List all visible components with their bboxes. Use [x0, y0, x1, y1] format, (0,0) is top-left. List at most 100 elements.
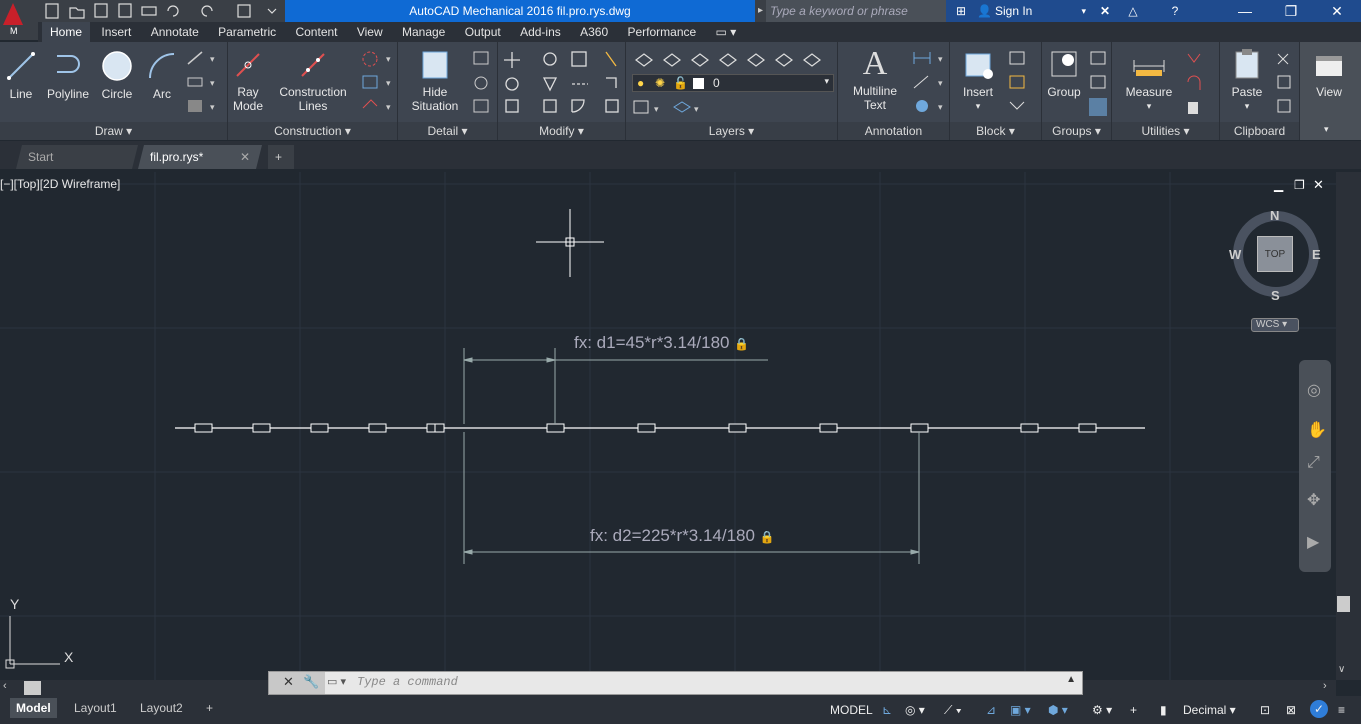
tab-home[interactable]: Home [42, 22, 91, 42]
measure-button[interactable]: Measure ▾ [1120, 52, 1178, 113]
compass-east[interactable]: E [1312, 247, 1321, 262]
hide-situation-button[interactable]: Hide Situation [402, 50, 468, 113]
binoculars-icon[interactable]: ⊞ [946, 0, 976, 22]
model-space-toggle[interactable]: MODEL [830, 700, 873, 720]
properties-icon[interactable]: ▮ [1160, 700, 1167, 720]
draw-panel-title[interactable]: Draw ▾ [0, 122, 227, 140]
viewport-controls-label[interactable]: [−][Top][2D Wireframe] [0, 177, 120, 191]
line-button[interactable]: Line [4, 50, 38, 101]
isolate-icon[interactable]: ⬢ ▾ [1048, 700, 1068, 720]
utilities-small-tools[interactable] [1184, 50, 1216, 116]
tab-add-ins[interactable]: Add-ins [512, 22, 569, 42]
polyline-button[interactable]: Polyline [44, 50, 92, 101]
dimension-d1-label[interactable]: fx: d1=45*r*3.14/180 🔒 [574, 333, 749, 353]
modify-tools[interactable] [502, 48, 622, 118]
command-history-icon[interactable]: ▲ [1066, 674, 1076, 685]
compass-north[interactable]: N [1270, 208, 1279, 223]
chevron-down-icon[interactable]: ▾ [1324, 124, 1329, 135]
units-dropdown[interactable]: Decimal ▾ [1183, 700, 1236, 720]
grid-icon[interactable]: ⊾ [882, 700, 892, 720]
new-tab-button[interactable]: + [268, 145, 294, 169]
groups-small-tools[interactable] [1088, 50, 1110, 116]
help-icon[interactable]: ? [1160, 0, 1190, 22]
zoom-extents-icon[interactable]: ⤢ [1307, 454, 1320, 472]
utilities-panel-title[interactable]: Utilities ▾ [1112, 122, 1219, 140]
compass-south[interactable]: S [1271, 288, 1280, 303]
layer-tools-bottom[interactable]: ▾ ▾ [632, 98, 712, 116]
add-layout-button[interactable]: + [200, 698, 219, 718]
tab-layout2[interactable]: Layout2 [134, 698, 189, 718]
workspace-icon[interactable]: ▣ ▾ [1010, 700, 1031, 720]
hardware-acceleration-icon[interactable]: ✓ [1310, 700, 1328, 718]
construction-small-tools[interactable]: ▾ ▾ ▾ [360, 50, 396, 116]
layer-tools-row[interactable] [632, 48, 832, 68]
search-expand-icon[interactable]: ▸ [755, 0, 766, 22]
draw-small-tools[interactable]: ▾ ▾ ▾ [186, 50, 222, 116]
minimize-icon[interactable]: — [1222, 0, 1268, 22]
block-small-tools[interactable] [1006, 50, 1036, 116]
multiline-text-button[interactable]: A Multiline Text [844, 46, 906, 113]
close-icon[interactable]: ✕ [1314, 0, 1360, 22]
tab-annotate[interactable]: Annotate [143, 22, 207, 42]
scroll-left-icon[interactable]: ‹ [3, 680, 7, 692]
view-button[interactable]: View [1306, 52, 1352, 99]
horizontal-scroll-thumb[interactable] [24, 681, 41, 695]
annotation-scale-icon[interactable]: ⊿ [986, 700, 996, 720]
plus-icon[interactable]: + [1130, 700, 1137, 720]
detail-panel-title[interactable]: Detail ▾ [398, 122, 497, 140]
pan-hand-icon[interactable]: ✋ [1307, 420, 1327, 440]
viewport-restore-icon[interactable]: ❐ [1294, 178, 1305, 192]
viewcube[interactable]: TOP N S E W [1226, 206, 1326, 306]
tab-layout1[interactable]: Layout1 [68, 698, 123, 718]
drawing-viewport[interactable]: [−][Top][2D Wireframe] fx: d1=45*r*3.14/… [0, 172, 1336, 680]
tab-a360[interactable]: A360 [572, 22, 616, 42]
showmotion-icon[interactable]: ▶ [1307, 532, 1319, 552]
tab-output[interactable]: Output [457, 22, 509, 42]
circle-button[interactable]: Circle [98, 50, 136, 101]
settings-gear-icon[interactable]: ⚙ ▾ [1092, 700, 1112, 720]
groups-panel-title[interactable]: Groups ▾ [1042, 122, 1111, 140]
tab-start[interactable]: Start [16, 145, 138, 169]
customization-menu-icon[interactable]: ≡ [1338, 700, 1345, 720]
command-input[interactable]: Type a command [357, 675, 458, 689]
close-icon[interactable]: ✕ [283, 674, 294, 690]
quick-properties-icon[interactable]: ⊡ [1260, 700, 1270, 720]
tab-model[interactable]: Model [10, 698, 57, 718]
clean-screen-icon[interactable]: ⊠ [1286, 700, 1296, 720]
osnap-icon[interactable]: ⟋ ▾ [944, 700, 962, 720]
group-button[interactable]: Group [1044, 48, 1084, 99]
insert-button[interactable]: Insert ▾ [958, 50, 998, 113]
polar-tracking-icon[interactable]: ◎ ▾ [905, 700, 925, 720]
viewport-close-icon[interactable]: ✕ [1313, 177, 1324, 193]
tab-view[interactable]: View [349, 22, 391, 42]
exchange-icon[interactable]: ✕ [1093, 0, 1117, 22]
dimension-d2-label[interactable]: fx: d2=225*r*3.14/180 🔒 [590, 526, 775, 546]
ribbon-options-icon[interactable]: ▭ ▾ [708, 22, 745, 42]
vertical-scrollbar[interactable]: ∨ [1336, 172, 1361, 680]
command-prompt-icon[interactable]: ▭ ▾ [327, 675, 346, 688]
restore-icon[interactable]: ❐ [1268, 0, 1314, 22]
tab-content[interactable]: Content [287, 22, 345, 42]
block-panel-title[interactable]: Block ▾ [950, 122, 1041, 140]
autodesk-app-icon[interactable]: △ [1120, 0, 1146, 22]
orbit-icon[interactable]: ✥ [1307, 490, 1320, 510]
annotation-small-tools[interactable]: ▾ ▾ ▾ [910, 48, 948, 118]
sign-in-button[interactable]: 👤 Sign In ▾ [975, 0, 1090, 22]
paste-button[interactable]: Paste ▾ [1226, 48, 1268, 113]
wcs-menu[interactable]: WCS ▾ [1251, 318, 1299, 332]
viewport-minimize-icon[interactable]: ▁ [1274, 178, 1283, 192]
detail-small-tools[interactable] [472, 50, 494, 116]
clipboard-small-tools[interactable] [1274, 50, 1296, 116]
scroll-right-icon[interactable]: › [1323, 680, 1327, 692]
close-icon[interactable]: ✕ [240, 145, 250, 169]
search-input[interactable]: Type a keyword or phrase [766, 0, 946, 22]
tab-performance[interactable]: Performance [619, 22, 704, 42]
wrench-icon[interactable]: 🔧 [303, 674, 319, 690]
vertical-scroll-thumb[interactable] [1337, 596, 1350, 612]
drawing-canvas[interactable] [0, 172, 1336, 680]
tab-parametric[interactable]: Parametric [210, 22, 284, 42]
construction-panel-title[interactable]: Construction ▾ [228, 122, 397, 140]
compass-west[interactable]: W [1229, 247, 1241, 262]
scroll-down-icon[interactable]: ∨ [1338, 664, 1345, 675]
arc-button[interactable]: Arc [144, 50, 180, 101]
